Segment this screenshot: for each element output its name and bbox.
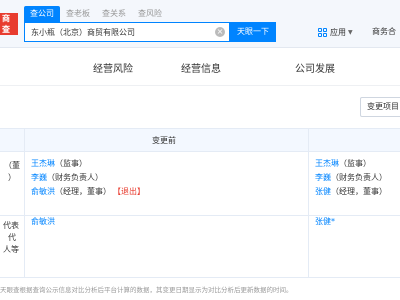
apps-label: 应用 <box>330 27 346 37</box>
person-link[interactable]: 张健* <box>315 216 335 228</box>
tab-company-development[interactable]: 公司发展 <box>295 60 335 75</box>
change-item-dropdown[interactable]: 变更项目 <box>360 97 400 117</box>
search-box: × <box>24 22 230 42</box>
change-item-text: 代表 <box>3 221 19 230</box>
logo-line-1: 商 <box>2 14 10 23</box>
person-role: （监事） <box>55 159 87 168</box>
after-person: 李巍（财务负责人） <box>315 172 387 184</box>
business-cooperation-link[interactable]: 商务合 <box>372 24 396 40</box>
tab-operating-info[interactable]: 经营信息 <box>181 60 221 75</box>
person-link[interactable]: 张健 <box>315 187 331 196</box>
brand-logo[interactable]: 商 查 <box>0 13 18 35</box>
change-item-text: （董 <box>4 161 20 170</box>
apps-menu-button[interactable]: 应用 ▼ <box>318 24 353 40</box>
person-role: （经理，董事） <box>331 187 387 196</box>
table-header: 变更前 <box>0 128 400 152</box>
clear-icon[interactable]: × <box>215 27 225 37</box>
tab-search-relation[interactable]: 查关系 <box>96 6 132 22</box>
person-link[interactable]: 李巍 <box>31 173 47 182</box>
caret-down-icon: ▼ <box>348 28 353 36</box>
logo-line-2: 查 <box>2 25 10 34</box>
person-link[interactable]: 俞敏洪 <box>31 187 55 196</box>
search-button[interactable]: 天眼一下 <box>230 22 276 42</box>
column-header-before: 变更前 <box>152 136 176 145</box>
tab-operating-risk[interactable]: 经营风险 <box>93 60 133 75</box>
table-row: 代表 代 人等 俞敏洪 张健* <box>0 216 400 278</box>
person-role: （监事） <box>339 159 371 168</box>
change-item-text: 代 <box>8 233 16 242</box>
person-link[interactable]: 王杰琳 <box>315 159 339 168</box>
category-tabs: 经营风险 经营信息 公司发展 <box>0 48 400 86</box>
person-link[interactable]: 王杰琳 <box>31 159 55 168</box>
footer-note: 天眼查根据查询公示信息对比分析后平台计算的数据，其变更日期显示为对比分析后更新数… <box>0 286 293 294</box>
before-person: 王杰琳（监事） <box>31 158 87 170</box>
person-link[interactable]: 俞敏洪 <box>31 216 55 228</box>
before-person: 李巍（财务负责人） <box>31 172 103 184</box>
top-header: 商 查 查公司 查老板 查关系 查风险 × 天眼一下 应用 ▼ 商务合 <box>0 0 400 48</box>
exit-tag: 【退出】 <box>117 187 145 196</box>
person-role: （财务负责人） <box>47 173 103 182</box>
after-person: 张健（经理，董事） <box>315 186 387 198</box>
table-row: （董 ） 王杰琳（监事） 李巍（财务负责人） 俞敏洪（经理，董事） 【退出】 王杰… <box>0 152 400 216</box>
tab-search-company[interactable]: 查公司 <box>24 6 60 22</box>
person-role: （经理，董事） <box>55 187 111 196</box>
before-person: 俞敏洪（经理，董事） 【退出】 <box>31 186 145 198</box>
change-item-text: 人等 <box>3 245 19 254</box>
search-input[interactable] <box>25 23 215 41</box>
search-type-tabs: 查公司 查老板 查关系 查风险 <box>24 6 168 22</box>
change-item-text: ） <box>8 173 16 182</box>
tab-search-risk[interactable]: 查风险 <box>132 6 168 22</box>
change-record-table: 变更前 （董 ） 王杰琳（监事） 李巍（财务负责人） 俞敏洪（经理，董事） 【退出… <box>0 128 400 278</box>
person-link[interactable]: 李巍 <box>315 173 331 182</box>
after-person: 王杰琳（监事） <box>315 158 371 170</box>
apps-grid-icon <box>318 27 327 37</box>
person-role: （财务负责人） <box>331 173 387 182</box>
tab-search-boss[interactable]: 查老板 <box>60 6 96 22</box>
